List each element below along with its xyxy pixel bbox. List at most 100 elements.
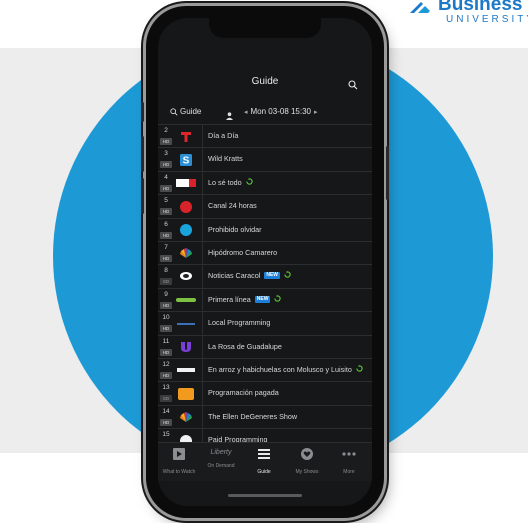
current-date[interactable]: Mon 03-08 15:30 (251, 107, 312, 116)
column-divider (202, 125, 203, 148)
profile-filter-icon[interactable] (225, 107, 234, 125)
channel-row[interactable]: 9 HD Primera línea NEW (158, 288, 372, 313)
mundo-logo-icon (175, 293, 197, 308)
program-title: The Ellen DeGeneres Show (208, 411, 298, 421)
header-bar: Guide (158, 74, 372, 98)
tab-on-demand[interactable]: Liberty On Demand (200, 447, 242, 469)
home-indicator (228, 494, 302, 497)
column-divider (202, 288, 203, 312)
replay-icon (245, 177, 253, 187)
column-divider (202, 382, 203, 405)
channel-row[interactable]: 8 SD Noticias Caracol NEW (158, 265, 372, 289)
program-title: Programación pagada (208, 388, 279, 398)
channel-row[interactable]: 4 HD Lo sé todo (158, 171, 372, 196)
channel-number: 15 (162, 431, 170, 439)
channel-row[interactable]: 14 HD The Ellen DeGeneres Show (158, 405, 372, 430)
channel-number: 3 (164, 150, 168, 158)
program-cell[interactable]: Local Programming (208, 318, 368, 327)
channel-number: 6 (164, 220, 168, 228)
channel-row[interactable]: 7 HD Hipódromo Camarero (158, 241, 372, 266)
mute-switch (141, 102, 144, 122)
program-cell[interactable]: Wild Kratts (208, 154, 368, 163)
program-title: Día a Día (208, 131, 239, 140)
new-badge: NEW (264, 272, 280, 280)
tab-my-shows[interactable]: My Shows (286, 447, 328, 475)
column-divider (202, 312, 203, 335)
univision-logo-icon (175, 340, 197, 355)
channel-number: 4 (164, 173, 168, 181)
column-divider (202, 358, 203, 382)
quality-badge: HD (160, 231, 172, 239)
channel-row[interactable]: 11 HD La Rosa de Guadalupe (158, 335, 372, 359)
tab-label: What to Watch (162, 469, 196, 475)
heart-icon (301, 448, 313, 460)
tab-more[interactable]: More (328, 447, 370, 475)
column-divider (202, 241, 203, 265)
channel-row[interactable]: 13 SD Programación pagada (158, 382, 372, 406)
channel-row[interactable]: 12 HD En arroz y habichuelas con Molusco y… (158, 358, 372, 383)
column-divider (202, 335, 203, 358)
business-university-logo: Business UNIVERSITY (398, 0, 528, 34)
program-title: Lo sé todo (208, 177, 242, 187)
date-navigator: ◂ Mon 03-08 15:30 ▸ (244, 107, 318, 116)
next-date-arrow-icon[interactable]: ▸ (314, 108, 318, 116)
replay-icon (274, 294, 282, 304)
play-icon (173, 448, 185, 460)
local-channel-logo-icon (175, 316, 197, 331)
tve-logo-icon (175, 223, 197, 238)
channel-row[interactable]: 10 HD Local Programming (158, 312, 372, 336)
quality-badge: HD (160, 184, 172, 192)
channel-row[interactable]: 2 HD Día a Día (158, 125, 372, 149)
quality-badge: HD (160, 418, 172, 426)
channel-row[interactable]: 6 HD Prohibido olvidar (158, 218, 372, 242)
channel-number: 12 (162, 360, 170, 368)
pbs-s-logo-icon: S (175, 152, 197, 167)
volume-up-button (141, 136, 144, 172)
app-screen: Guide Guide ◂ Mon 03-08 15:30 ▸ 2 HD Día a… (158, 18, 372, 506)
column-divider (202, 171, 203, 195)
channel-number: 13 (162, 384, 170, 392)
column-divider (202, 265, 203, 288)
tab-guide[interactable]: Guide (243, 447, 285, 475)
program-cell[interactable]: Prohibido olvidar (208, 225, 368, 234)
program-title: Canal 24 horas (208, 201, 257, 211)
quality-badge: HD (160, 325, 172, 333)
peacock-logo-icon (175, 246, 197, 261)
program-cell[interactable]: Canal 24 horas (208, 201, 368, 210)
guide-list-icon (258, 449, 270, 459)
program-cell[interactable]: Hipódromo Camarero (208, 248, 368, 257)
program-cell[interactable]: Día a Día (208, 131, 368, 140)
tab-what-to-watch[interactable]: What to Watch (158, 447, 200, 475)
program-cell[interactable]: En arroz y habichuelas con Molusco y Lui… (208, 364, 368, 374)
wapa-logo-icon (175, 176, 197, 191)
quality-badge: HD (160, 161, 172, 169)
program-cell[interactable]: The Ellen DeGeneres Show (208, 412, 368, 421)
quality-badge: HD (160, 371, 172, 379)
guide-subbar: Guide ◂ Mon 03-08 15:30 ▸ (158, 104, 372, 125)
tab-label: On Demand (207, 463, 235, 469)
search-icon[interactable] (348, 77, 358, 95)
program-cell[interactable]: Noticias Caracol NEW (208, 271, 368, 280)
column-divider (202, 148, 203, 171)
program-title: Prohibido olvidar (208, 224, 262, 234)
program-title: Hipódromo Camarero (208, 247, 278, 257)
quality-badge: HD (160, 348, 172, 356)
liberty-logo-icon: Liberty (210, 449, 232, 456)
program-cell[interactable]: La Rosa de Guadalupe (208, 342, 368, 351)
program-cell[interactable]: Programación pagada (208, 388, 368, 397)
program-cell[interactable]: Lo sé todo (208, 177, 368, 187)
tab-label: Guide (257, 469, 271, 475)
channel-row[interactable]: 3 HD S Wild Kratts (158, 148, 372, 172)
program-title: Primera línea (208, 294, 251, 304)
peacock-logo-icon (175, 410, 197, 425)
channel-number: 9 (164, 290, 168, 298)
guide-search-link[interactable]: Guide (170, 107, 201, 116)
channel-number: 5 (164, 197, 168, 205)
new-badge: NEW (254, 295, 271, 303)
prev-date-arrow-icon[interactable]: ◂ (244, 108, 248, 116)
volume-down-button (141, 178, 144, 214)
channel-row[interactable]: 5 HD Canal 24 horas (158, 195, 372, 219)
power-button (386, 146, 389, 200)
channel-number: 2 (164, 127, 168, 134)
program-cell[interactable]: Primera línea NEW (208, 294, 368, 304)
